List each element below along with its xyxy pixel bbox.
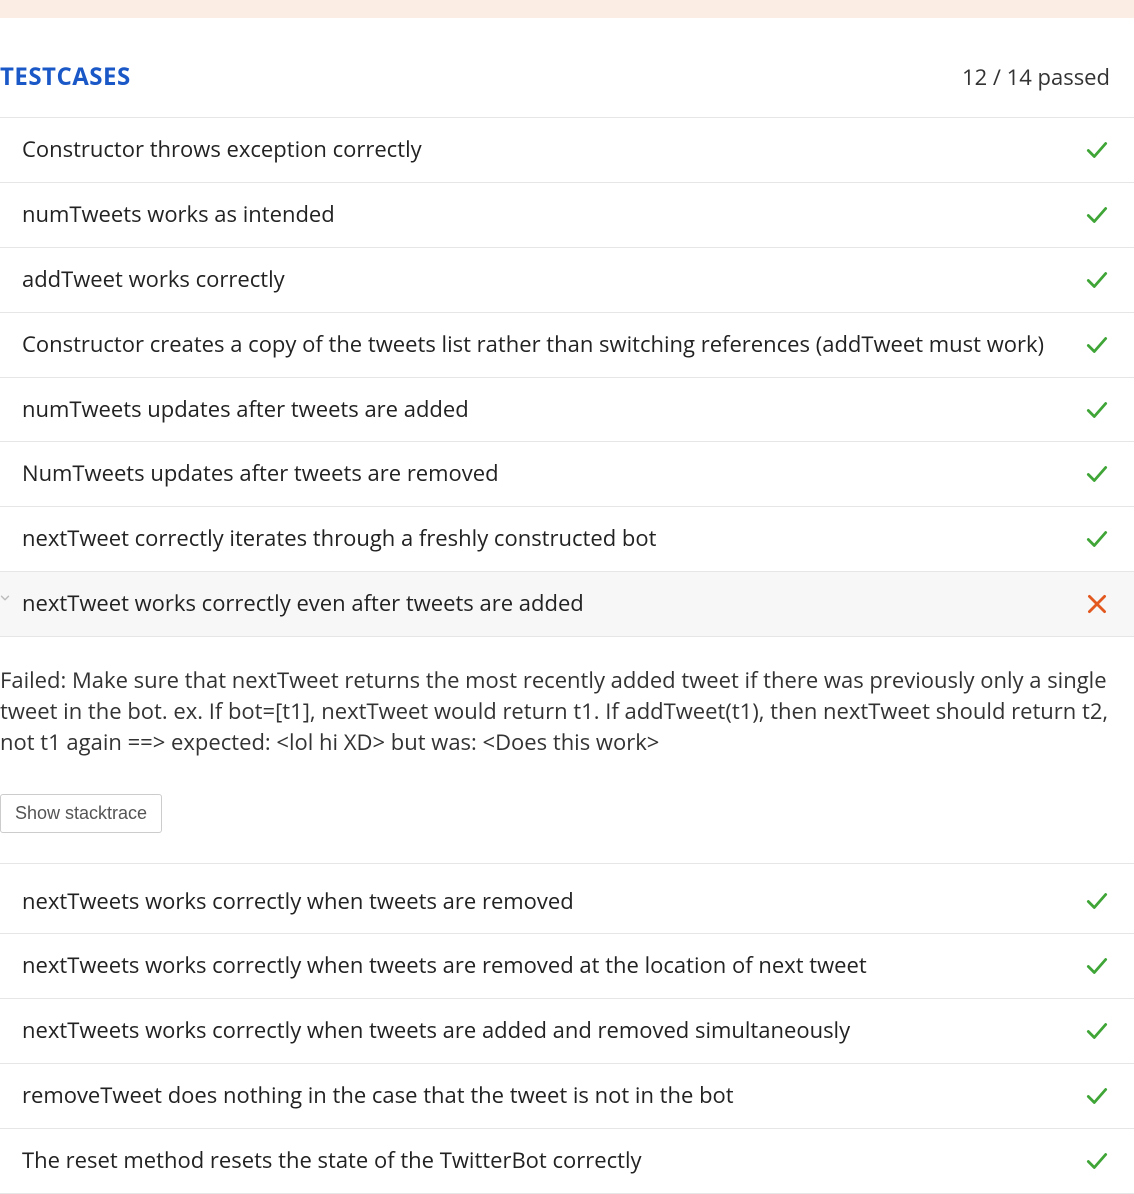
- chevron-down-icon: [0, 591, 12, 605]
- check-icon: [1084, 526, 1110, 552]
- testcase-row[interactable]: nextTweets works correctly when tweets a…: [0, 934, 1134, 999]
- testcase-row[interactable]: Constructor creates a copy of the tweets…: [0, 313, 1134, 378]
- testcase-detail: Failed: Make sure that nextTweet returns…: [0, 637, 1134, 863]
- testcase-name: numTweets updates after tweets are added: [22, 394, 1084, 426]
- check-icon: [1084, 332, 1110, 358]
- testcase-name: NumTweets updates after tweets are remov…: [22, 458, 1084, 490]
- testcase-name: Constructor throws exception correctly: [22, 134, 1084, 166]
- check-icon: [1084, 1018, 1110, 1044]
- check-icon: [1084, 461, 1110, 487]
- testcase-name: nextTweets works correctly when tweets a…: [22, 950, 1084, 982]
- testcase-name: nextTweets works correctly when tweets a…: [22, 1015, 1084, 1047]
- testcase-row[interactable]: Constructor throws exception correctly: [0, 118, 1134, 183]
- testcase-row[interactable]: nextTweet correctly iterates through a f…: [0, 507, 1134, 572]
- testcase-name: Constructor creates a copy of the tweets…: [22, 329, 1084, 361]
- pass-summary: 12 / 14 passed: [962, 62, 1110, 92]
- testcase-row[interactable]: numTweets updates after tweets are added: [0, 378, 1134, 443]
- show-stacktrace-button[interactable]: Show stacktrace: [0, 794, 162, 833]
- testcase-name: addTweet works correctly: [22, 264, 1084, 296]
- testcase-row[interactable]: nextTweet works correctly even after twe…: [0, 572, 1134, 637]
- check-icon: [1084, 1148, 1110, 1174]
- testcase-row[interactable]: nextTweets works correctly when tweets a…: [0, 870, 1134, 935]
- testcase-name: numTweets works as intended: [22, 199, 1084, 231]
- check-icon: [1084, 953, 1110, 979]
- testcases-header: TESTCASES 12 / 14 passed: [0, 18, 1134, 117]
- testcase-row[interactable]: The reset method resets the state of the…: [0, 1129, 1134, 1194]
- check-icon: [1084, 888, 1110, 914]
- x-icon: [1084, 591, 1110, 617]
- check-icon: [1084, 1083, 1110, 1109]
- top-banner: [0, 0, 1134, 18]
- testcase-row[interactable]: numTweets works as intended: [0, 183, 1134, 248]
- testcase-row[interactable]: nextTweets works correctly when tweets a…: [0, 999, 1134, 1064]
- testcase-row[interactable]: removeTweet does nothing in the case tha…: [0, 1064, 1134, 1129]
- testcase-row[interactable]: NumTweets updates after tweets are remov…: [0, 442, 1134, 507]
- check-icon: [1084, 137, 1110, 163]
- testcase-row[interactable]: addTweet works correctly: [0, 248, 1134, 313]
- testcase-name: nextTweet correctly iterates through a f…: [22, 523, 1084, 555]
- check-icon: [1084, 267, 1110, 293]
- check-icon: [1084, 397, 1110, 423]
- failure-message: Failed: Make sure that nextTweet returns…: [0, 665, 1110, 757]
- check-icon: [1084, 202, 1110, 228]
- testcase-name: removeTweet does nothing in the case tha…: [22, 1080, 1084, 1112]
- testcase-name: nextTweet works correctly even after twe…: [22, 588, 1084, 620]
- testcase-name: nextTweets works correctly when tweets a…: [22, 886, 1084, 918]
- section-title: TESTCASES: [0, 60, 131, 93]
- testcase-list: Constructor throws exception correctly nu…: [0, 117, 1134, 1194]
- testcase-name: The reset method resets the state of the…: [22, 1145, 1084, 1177]
